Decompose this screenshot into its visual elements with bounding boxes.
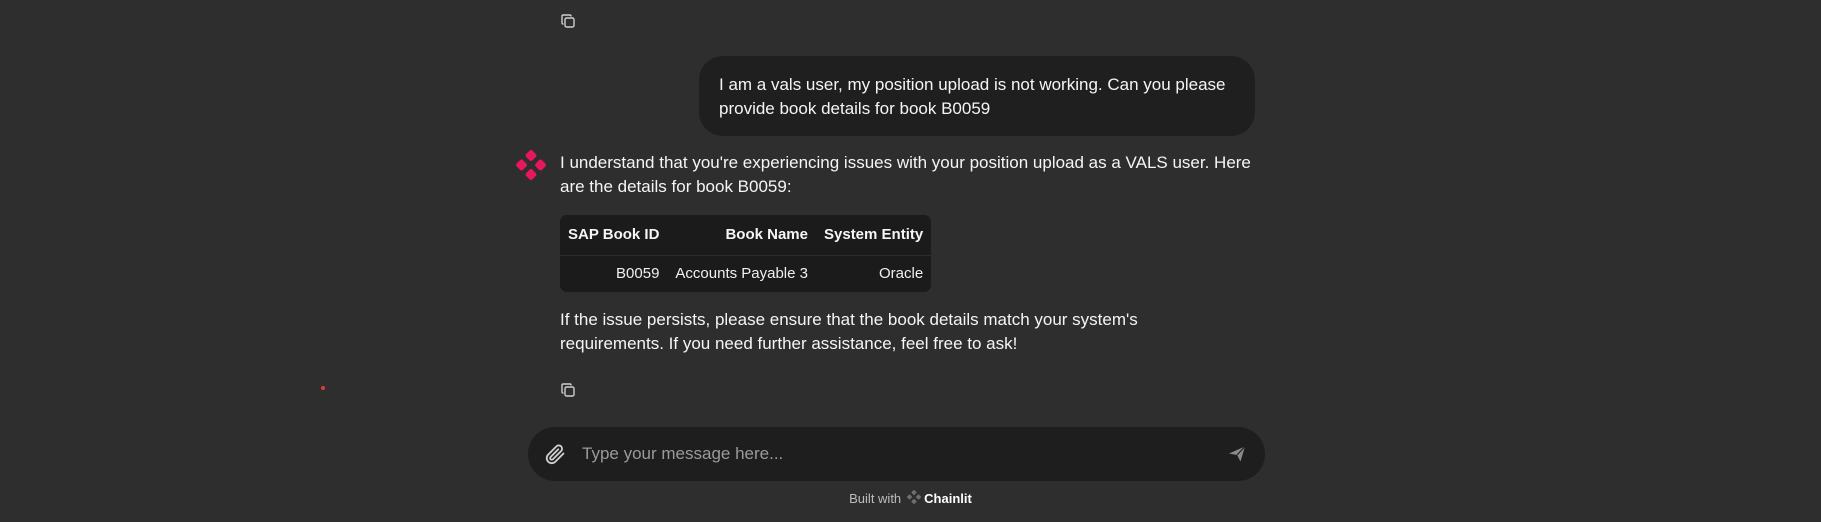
- built-with-text: Built with: [849, 490, 902, 506]
- table-cell: Accounts Payable 3: [675, 265, 808, 282]
- chainlit-logo-icon: [907, 489, 922, 507]
- message-input[interactable]: [582, 439, 1182, 469]
- footer: Built with Chainlit: [0, 488, 1821, 508]
- chainlit-brand: Chainlit: [924, 490, 972, 506]
- table-cell: B0059: [616, 265, 660, 282]
- copy-icon[interactable]: [557, 10, 579, 32]
- column-header: System Entity: [816, 215, 932, 256]
- copy-icon[interactable]: [557, 379, 579, 401]
- book-details-table: SAP Book ID Book Name System Entity B005…: [560, 215, 932, 292]
- message-composer: [528, 427, 1265, 481]
- user-message: I am a vals user, my position upload is …: [699, 56, 1255, 136]
- paperclip-icon[interactable]: [542, 441, 568, 467]
- assistant-message: I understand that you're experiencing is…: [560, 151, 1260, 356]
- table-row: B0059 Accounts Payable 3 Oracle: [560, 256, 931, 292]
- table-cell: Oracle: [879, 265, 924, 282]
- chainlit-link[interactable]: Chainlit: [907, 489, 972, 507]
- table-header-row: SAP Book ID Book Name System Entity: [560, 215, 932, 256]
- assistant-intro: I understand that you're experiencing is…: [560, 153, 1251, 196]
- cursor-dot: [321, 386, 325, 390]
- assistant-logo-icon: [516, 150, 546, 180]
- column-header: Book Name: [667, 215, 816, 256]
- send-icon[interactable]: [1225, 442, 1249, 466]
- chat-app: I am a vals user, my position upload is …: [0, 0, 1821, 522]
- column-header: SAP Book ID: [560, 215, 668, 256]
- assistant-follow-up: If the issue persists, please ensure tha…: [560, 310, 1138, 353]
